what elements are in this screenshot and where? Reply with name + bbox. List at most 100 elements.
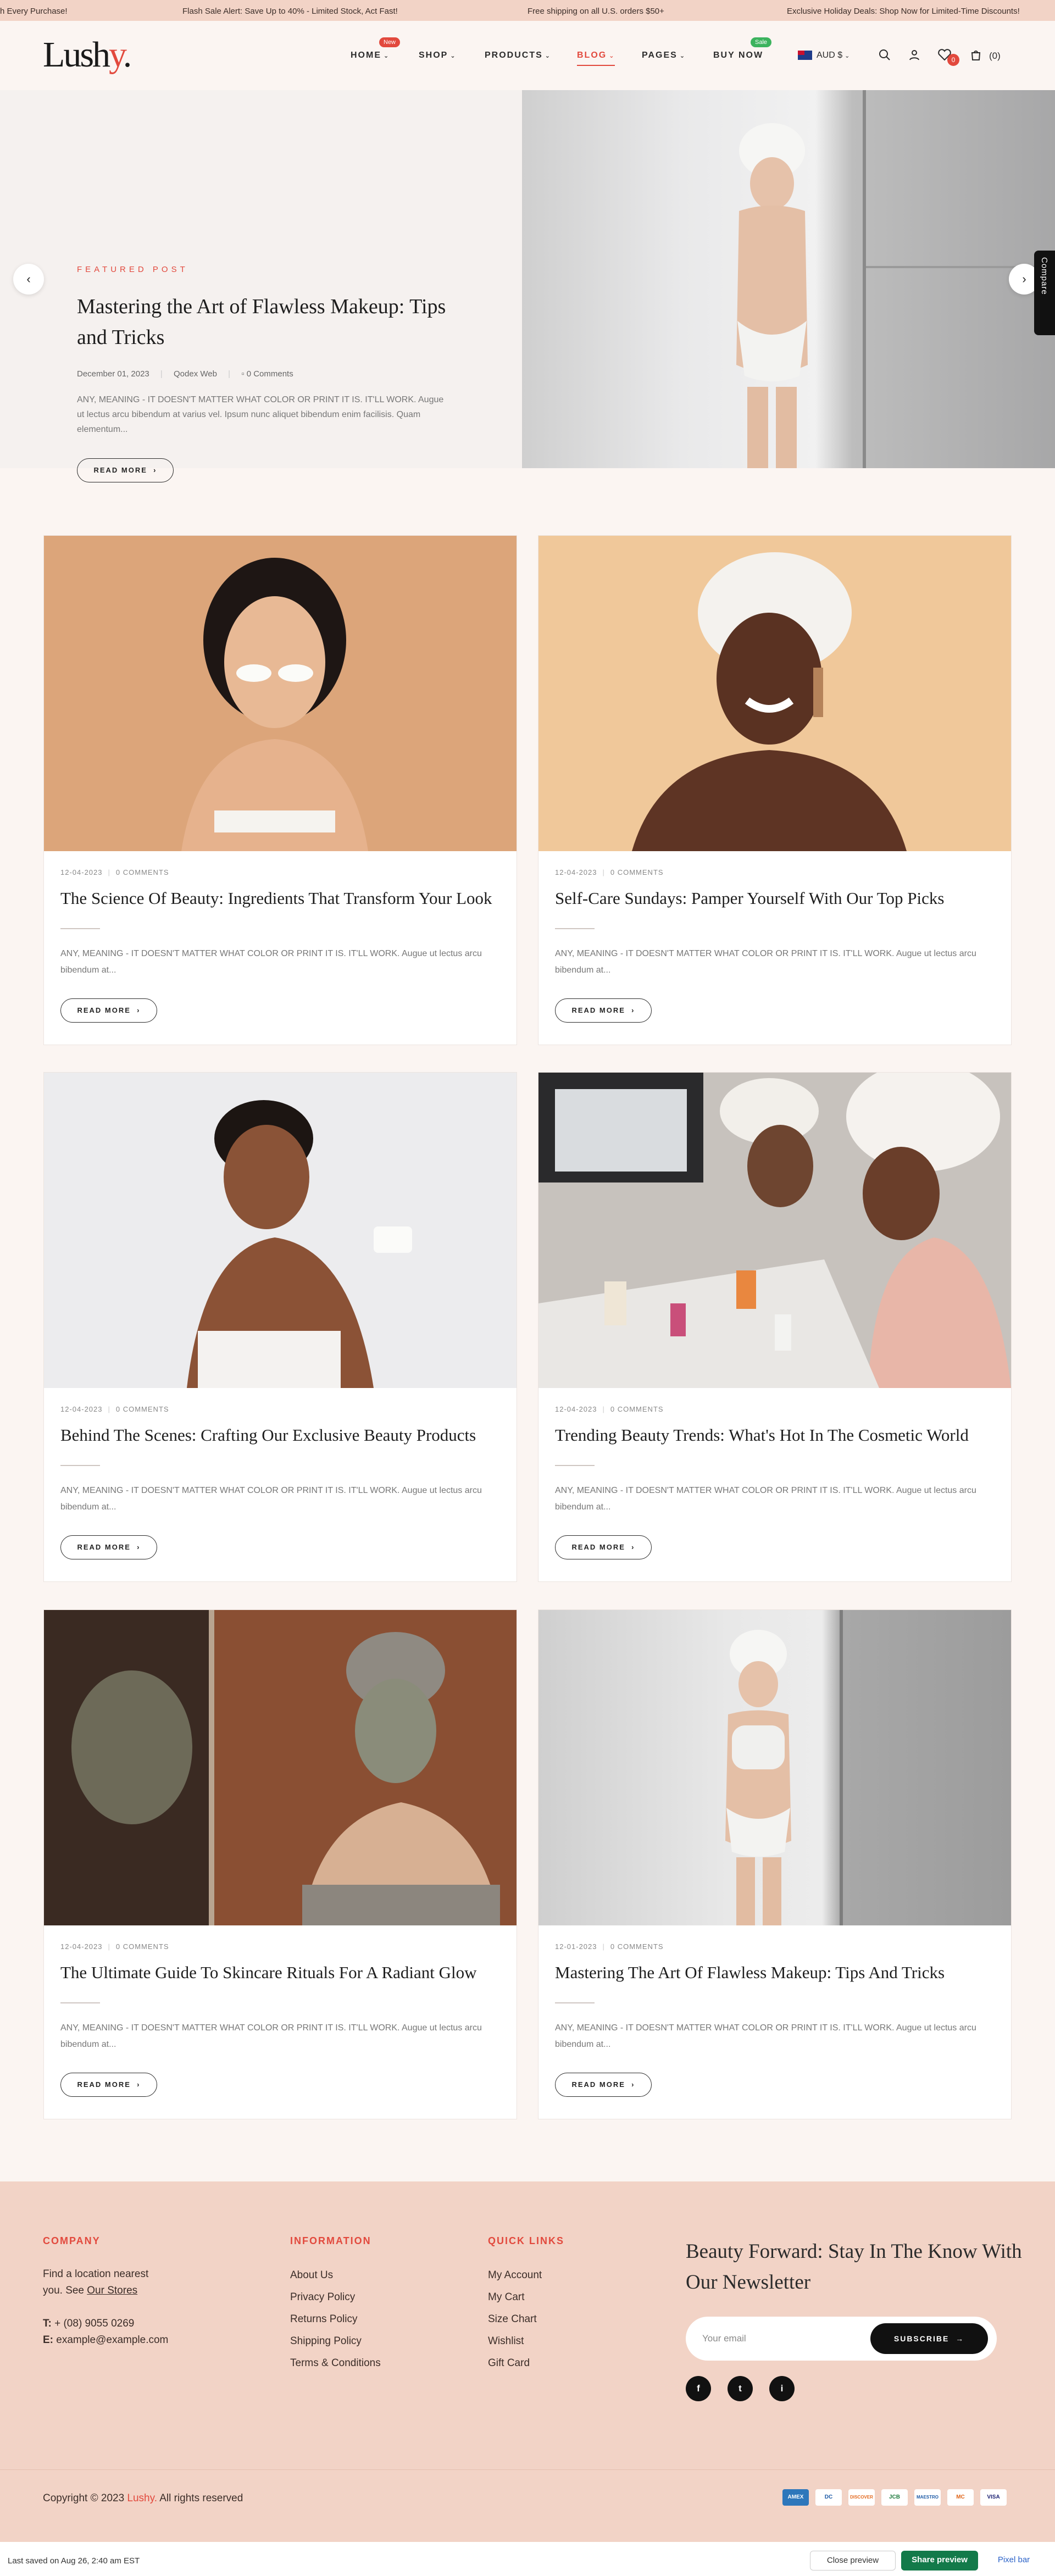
blog-card: 12-04-2023 | 0 COMMENTS Behind The Scenes:… [43, 1072, 517, 1582]
announcement-bar: h Every Purchase! Flash Sale Alert: Save… [0, 0, 1055, 21]
footer-link-shipping-policy[interactable]: Shipping Policy [290, 2335, 362, 2347]
visa-icon: VISA [980, 2489, 1007, 2506]
wishlist-count: 0 [947, 54, 959, 66]
featured-excerpt: ANY, MEANING - IT DOESN'T MATTER WHAT CO… [77, 395, 444, 434]
post-image[interactable] [538, 1073, 1011, 1388]
post-meta: 12-04-2023 | 0 COMMENTS [555, 1405, 664, 1413]
maestro-icon: MAESTRO [914, 2489, 941, 2506]
preview-status-bar: Last saved on Aug 26, 2:40 am EST Close … [0, 2542, 1055, 2576]
post-excerpt: ANY, MEANING - IT DOESN'T MATTER WHAT CO… [60, 2023, 482, 2049]
cart-icon[interactable] [969, 48, 982, 65]
footer-quick-links-heading: QUICK LINKS [488, 2235, 564, 2246]
sale-badge: Sale [751, 37, 772, 47]
new-badge: New [379, 37, 401, 47]
read-more-button[interactable]: READ MORE › [60, 2073, 157, 2097]
read-more-button[interactable]: READ MORE › [555, 998, 652, 1023]
nav-products[interactable]: PRODUCTS ⌄ [485, 51, 551, 60]
divider [555, 1465, 595, 1466]
nav-pages[interactable]: PAGES ⌄ [642, 51, 686, 60]
nav-buy-now[interactable]: BUY NOW [713, 51, 763, 60]
our-stores-link[interactable]: Our Stores [87, 2285, 137, 2296]
post-excerpt: ANY, MEANING - IT DOESN'T MATTER WHAT CO… [555, 1486, 976, 1512]
au-flag-icon [798, 51, 812, 60]
divider [555, 928, 595, 929]
footer-link-terms[interactable]: Terms & Conditions [290, 2357, 381, 2369]
post-image[interactable] [44, 1073, 517, 1388]
instagram-icon[interactable]: i [769, 2376, 795, 2401]
post-image[interactable] [538, 1610, 1011, 1925]
footer-link-privacy-policy[interactable]: Privacy Policy [290, 2291, 355, 2303]
search-icon[interactable] [878, 48, 891, 65]
footer-divider [0, 2469, 1055, 2470]
currency-selector[interactable]: AUD $ ⌄ [798, 51, 849, 60]
discover-icon: DISCOVER [848, 2489, 875, 2506]
company-text-1: Find a location nearest [43, 2268, 149, 2280]
post-title[interactable]: Behind The Scenes: Crafting Our Exclusiv… [60, 1425, 476, 1445]
post-image[interactable] [44, 536, 517, 851]
footer-link-about-us[interactable]: About Us [290, 2269, 333, 2281]
post-title[interactable]: Trending Beauty Trends: What's Hot In Th… [555, 1425, 969, 1445]
blog-card: 12-04-2023 | 0 COMMENTS Trending Beauty Tr… [538, 1072, 1012, 1582]
user-icon[interactable] [908, 48, 921, 65]
post-title[interactable]: The Ultimate Guide To Skincare Rituals F… [60, 1963, 477, 1983]
nav-shop[interactable]: SHOP ⌄ [419, 51, 457, 60]
footer-link-size-chart[interactable]: Size Chart [488, 2313, 537, 2325]
site-logo[interactable]: Lushy. [43, 34, 132, 76]
share-preview-button[interactable]: Share preview [901, 2551, 978, 2571]
chevron-down-icon: ⌄ [609, 53, 615, 59]
blog-card: 12-04-2023 | 0 COMMENTS The Ultimate Guide… [43, 1609, 517, 2119]
featured-title[interactable]: Mastering the Art of Flawless Makeup: Ti… [77, 291, 451, 353]
footer-link-my-account[interactable]: My Account [488, 2269, 542, 2281]
blog-card: 12-01-2023 | 0 COMMENTS Mastering The Art … [538, 1609, 1012, 2119]
footer-information-heading: INFORMATION [290, 2235, 371, 2246]
post-image[interactable] [538, 536, 1011, 851]
twitter-icon[interactable]: t [728, 2376, 753, 2401]
footer-link-gift-card[interactable]: Gift Card [488, 2357, 530, 2369]
copyright: Copyright © 2023 Lushy. All rights reser… [43, 2492, 243, 2504]
chevron-down-icon: ⌄ [679, 53, 686, 59]
post-title[interactable]: Self-Care Sundays: Pamper Yourself With … [555, 889, 944, 908]
post-title[interactable]: Mastering The Art Of Flawless Makeup: Ti… [555, 1963, 945, 1983]
jcb-icon: JCB [881, 2489, 908, 2506]
post-meta: 12-01-2023 | 0 COMMENTS [555, 1942, 664, 1951]
nav-home[interactable]: HOME ⌄ [351, 51, 390, 60]
company-text-2: you. See Our Stores [43, 2285, 138, 2296]
read-more-button[interactable]: READ MORE › [555, 1535, 652, 1559]
blog-card: 12-04-2023 | 0 COMMENTS The Science Of Bea… [43, 535, 517, 1045]
close-preview-button[interactable]: Close preview [810, 2551, 896, 2571]
featured-eyebrow: FEATURED POST [77, 265, 188, 274]
post-title[interactable]: The Science Of Beauty: Ingredients That … [60, 889, 492, 908]
divider [60, 1465, 100, 1466]
newsletter-email-input[interactable]: Your email [702, 2333, 746, 2344]
mastercard-icon: MC [947, 2489, 974, 2506]
divider [60, 2002, 100, 2003]
announcement-3: Free shipping on all U.S. orders $50+ [528, 7, 664, 16]
footer-company-heading: COMPANY [43, 2235, 101, 2246]
arrow-left-icon[interactable]: ‹ [13, 264, 44, 295]
announcement-2: Flash Sale Alert: Save Up to 40% - Limit… [182, 7, 398, 16]
cart-count[interactable]: (0) [989, 51, 1001, 62]
nav-blog[interactable]: BLOG ⌄ [577, 51, 615, 66]
footer-link-wishlist[interactable]: Wishlist [488, 2335, 524, 2347]
footer-link-returns-policy[interactable]: Returns Policy [290, 2313, 358, 2325]
pixel-bar-link[interactable]: Pixel bar [989, 2551, 1039, 2571]
read-more-button[interactable]: READ MORE › [60, 998, 157, 1023]
featured-meta: December 01, 2023 | Qodex Web | ▫ 0 Comm… [77, 369, 293, 379]
read-more-button[interactable]: READ MORE › [555, 2073, 652, 2097]
post-excerpt: ANY, MEANING - IT DOESN'T MATTER WHAT CO… [555, 2023, 976, 2049]
compare-tab[interactable]: Compare [1034, 251, 1055, 335]
read-more-button[interactable]: READ MORE › [60, 1535, 157, 1559]
newsletter-title: Beauty Forward: Stay In The Know With Ou… [686, 2240, 1022, 2294]
facebook-icon[interactable]: f [686, 2376, 711, 2401]
chevron-down-icon: ⌄ [450, 53, 457, 59]
chevron-down-icon: ⌄ [845, 53, 850, 59]
featured-read-more-button[interactable]: READ MORE › [77, 458, 174, 482]
announcement-4: Exclusive Holiday Deals: Shop Now for Li… [787, 7, 1020, 16]
post-image[interactable] [44, 1610, 517, 1925]
chevron-down-icon: ⌄ [545, 53, 551, 59]
footer-link-my-cart[interactable]: My Cart [488, 2291, 525, 2303]
featured-date: December 01, 2023 [77, 369, 149, 379]
subscribe-button[interactable]: SUBSCRIBE → [870, 2323, 988, 2354]
post-excerpt: ANY, MEANING - IT DOESN'T MATTER WHAT CO… [555, 949, 976, 975]
chevron-down-icon: ⌄ [384, 53, 390, 59]
